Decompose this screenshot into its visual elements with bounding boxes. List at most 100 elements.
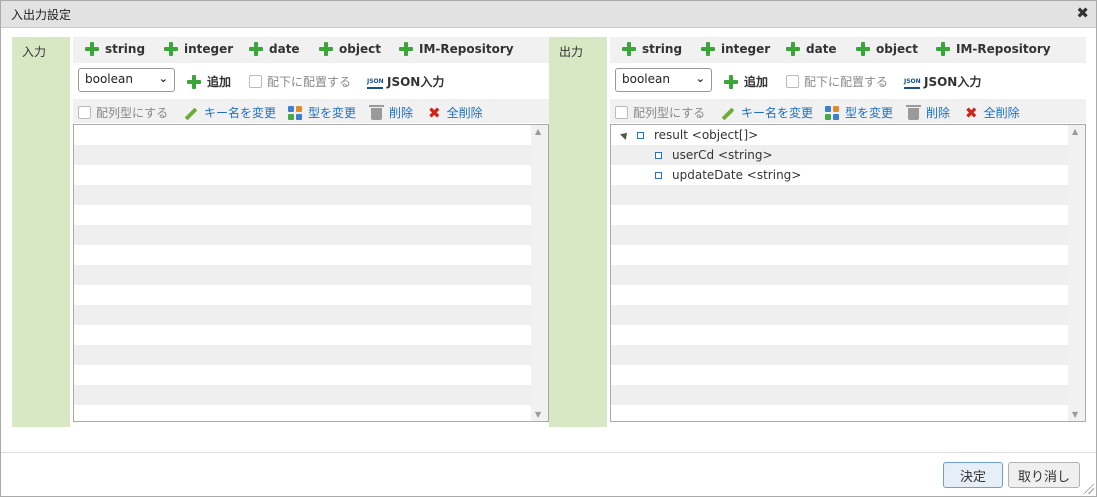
output-edit-toolbar: 配列型にする キー名を変更 型を変更 削除 ✖ 全削除 [610,99,1086,123]
input-add-date-button[interactable]: date [249,42,300,56]
tree-row[interactable] [74,165,531,185]
input-add-button[interactable]: 追加 [187,73,231,90]
input-array-checkbox[interactable]: 配列型にする [78,104,168,121]
output-tree-grid[interactable]: result <object[]> userCd <string> updateDa… [610,124,1086,422]
input-tree-grid[interactable]: ▲ ▼ [73,124,549,422]
tree-node[interactable]: updateDate <string> [655,168,801,182]
input-tree-rows [74,125,531,421]
tree-row[interactable] [74,145,531,165]
add-im-repository-label: IM-Repository [419,42,514,56]
tree-row[interactable] [74,285,531,305]
output-add-im-repository-button[interactable]: IM-Repository [936,42,1051,56]
scroll-up-icon[interactable]: ▲ [1072,127,1078,136]
input-add-string-button[interactable]: string [85,42,145,56]
plus-icon [164,42,178,56]
tree-row[interactable] [74,205,531,225]
output-add-object-button[interactable]: object [856,42,918,56]
output-delete-all-button[interactable]: ✖ 全削除 [965,104,1020,121]
tree-row[interactable] [611,225,1068,245]
scroll-down-icon[interactable]: ▼ [535,410,541,419]
plus-icon [936,42,950,56]
output-label: 出力 [559,45,584,59]
input-delete-button[interactable]: 削除 [369,104,413,121]
expand-toggle-icon[interactable] [620,130,630,140]
tree-row[interactable] [74,125,531,145]
output-add-integer-button[interactable]: integer [701,42,770,56]
dialog-title: 入出力設定 [11,8,72,22]
output-array-checkbox[interactable]: 配列型にする [615,104,705,121]
x-icon: ✖ [965,103,978,122]
plus-icon [856,42,870,56]
input-side-label: 入力 [12,37,70,427]
resize-handle-icon[interactable] [1084,484,1094,494]
input-place-below-checkbox[interactable]: 配下に配置する [249,73,351,90]
output-delete-button[interactable]: 削除 [906,104,950,121]
dialog-titlebar[interactable]: 入出力設定 ✖ [1,1,1096,28]
output-add-date-button[interactable]: date [786,42,837,56]
io-settings-dialog: 入出力設定 ✖ 入力 string integer date object IM… [0,0,1097,497]
tree-row[interactable]: userCd <string> [611,145,1068,165]
plus-icon [701,42,715,56]
tree-row[interactable]: result <object[]> [611,125,1068,145]
place-below-label: 配下に配置する [267,75,352,89]
plus-icon [399,42,413,56]
tree-row[interactable] [74,245,531,265]
add-string-label: string [105,42,146,56]
tree-row[interactable] [74,185,531,205]
node-icon [655,151,662,159]
tree-row[interactable] [74,345,531,365]
tree-row[interactable] [74,265,531,285]
tree-node[interactable]: userCd <string> [655,148,773,162]
input-delete-all-button[interactable]: ✖ 全削除 [428,104,483,121]
ok-button[interactable]: 決定 [943,462,1003,488]
swap-icon [288,105,304,120]
plus-icon [319,42,333,56]
output-rename-key-button[interactable]: キー名を変更 [721,104,813,121]
input-add-object-button[interactable]: object [319,42,381,56]
trash-icon [369,104,384,120]
output-json-input-button[interactable]: JSON JSON入力 [904,73,981,90]
output-scrollbar[interactable]: ▲ ▼ [1068,125,1085,421]
tree-row[interactable] [74,325,531,345]
input-type-select[interactable]: boolean ⌄ [78,68,175,92]
input-add-im-repository-button[interactable]: IM-Repository [399,42,514,56]
tree-row[interactable] [611,345,1068,365]
output-change-type-button[interactable]: 型を変更 [825,104,893,121]
output-type-select[interactable]: boolean ⌄ [615,68,712,92]
input-scrollbar[interactable]: ▲ ▼ [531,125,548,421]
json-icon: JSON [904,75,921,89]
tree-row[interactable] [611,205,1068,225]
scroll-up-icon[interactable]: ▲ [535,127,541,136]
tree-row[interactable] [611,325,1068,345]
type-select-value: boolean [85,72,133,86]
json-icon: JSON [367,75,384,89]
input-add-integer-button[interactable]: integer [164,42,233,56]
tree-row[interactable] [74,405,531,421]
node-type: <string> [718,148,773,162]
tree-row[interactable] [611,365,1068,385]
output-add-button[interactable]: 追加 [724,73,768,90]
tree-row[interactable] [74,225,531,245]
cancel-button[interactable]: 取り消し [1008,462,1080,488]
node-name: result [654,128,688,142]
scroll-down-icon[interactable]: ▼ [1072,410,1078,419]
tree-row[interactable] [611,185,1068,205]
input-json-input-button[interactable]: JSON JSON入力 [367,73,444,90]
tree-row[interactable] [74,305,531,325]
tree-row[interactable]: updateDate <string> [611,165,1068,185]
tree-row[interactable] [74,365,531,385]
output-add-string-button[interactable]: string [622,42,682,56]
tree-row[interactable] [611,265,1068,285]
tree-row[interactable] [611,245,1068,265]
tree-row[interactable] [74,385,531,405]
tree-row[interactable] [611,385,1068,405]
close-icon[interactable]: ✖ [1076,4,1089,22]
tree-row[interactable] [611,305,1068,325]
input-change-type-button[interactable]: 型を変更 [288,104,356,121]
tree-row[interactable] [611,405,1068,421]
output-place-below-checkbox[interactable]: 配下に配置する [786,73,888,90]
tree-node[interactable]: result <object[]> [620,128,758,142]
input-rename-key-button[interactable]: キー名を変更 [184,104,276,121]
input-add-toolbar: boolean ⌄ 追加 配下に配置する JSON JSON入力 [73,63,549,97]
tree-row[interactable] [611,285,1068,305]
